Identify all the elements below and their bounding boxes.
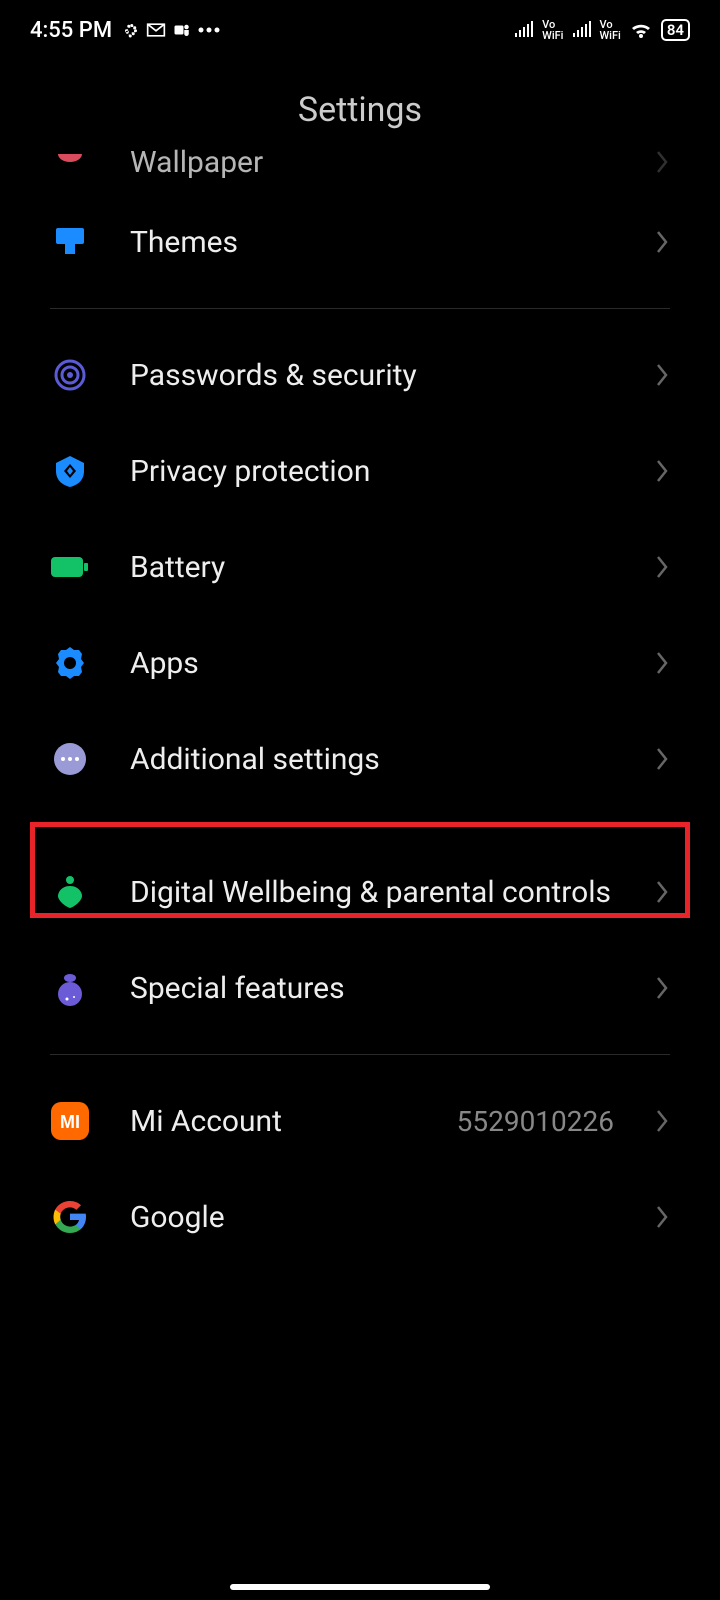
page-title: Settings: [0, 90, 720, 130]
item-label: Wallpaper: [130, 143, 614, 182]
item-value: 5529010226: [457, 1105, 614, 1138]
chevron-right-icon: [654, 1107, 670, 1135]
teams-icon: [172, 21, 192, 39]
signal-2-icon: [572, 18, 592, 43]
item-label: Mi Account: [130, 1102, 417, 1141]
themes-icon: [50, 222, 90, 262]
chevron-right-icon: [654, 361, 670, 389]
battery-icon: [50, 547, 90, 587]
settings-item-apps[interactable]: Apps: [0, 615, 720, 711]
google-icon: [50, 1197, 90, 1237]
wifi-icon: [629, 20, 653, 40]
shield-icon: [50, 451, 90, 491]
item-label: Battery: [130, 548, 614, 587]
settings-item-themes[interactable]: Themes: [0, 194, 720, 290]
chevron-right-icon: [654, 878, 670, 906]
page-header: Settings: [0, 60, 720, 150]
settings-item-google[interactable]: Google: [0, 1169, 720, 1265]
wellbeing-icon: [50, 872, 90, 912]
status-left: 4:55 PM: [30, 18, 220, 43]
status-right: VoWiFi VoWiFi 84: [514, 18, 690, 43]
item-label: Themes: [130, 223, 614, 262]
settings-item-battery[interactable]: Battery: [0, 519, 720, 615]
settings-item-additional[interactable]: Additional settings: [0, 711, 720, 807]
more-icon: [198, 26, 220, 34]
vowifi-2-icon: VoWiFi: [600, 19, 621, 41]
settings-item-wallpaper[interactable]: Wallpaper: [0, 142, 720, 194]
ellipsis-circle-icon: [50, 739, 90, 779]
settings-item-special[interactable]: Special features: [0, 940, 720, 1036]
vowifi-1-icon: VoWiFi: [542, 19, 563, 41]
wallpaper-icon: [50, 142, 90, 182]
item-label: Special features: [130, 969, 614, 1008]
notification-icons: [122, 21, 220, 39]
home-indicator[interactable]: [230, 1584, 490, 1590]
signal-1-icon: [514, 18, 534, 43]
chevron-right-icon: [654, 148, 670, 176]
status-time: 4:55 PM: [30, 18, 112, 43]
chevron-right-icon: [654, 457, 670, 485]
flask-icon: [50, 968, 90, 1008]
battery-icon: 84: [661, 19, 690, 41]
divider: [50, 308, 670, 309]
item-label: Passwords & security: [130, 356, 614, 395]
svg-text:MI: MI: [60, 1112, 80, 1132]
item-label: Digital Wellbeing & parental controls: [130, 873, 614, 912]
chevron-right-icon: [654, 974, 670, 1002]
settings-item-privacy[interactable]: Privacy protection: [0, 423, 720, 519]
item-label: Privacy protection: [130, 452, 614, 491]
item-label: Google: [130, 1198, 614, 1237]
gmail-icon: [146, 22, 166, 38]
gear-icon: [50, 643, 90, 683]
fingerprint-icon: [50, 355, 90, 395]
settings-item-passwords[interactable]: Passwords & security: [0, 327, 720, 423]
divider: [50, 825, 670, 826]
item-label: Apps: [130, 644, 614, 683]
settings-item-mi-account[interactable]: MI Mi Account 5529010226: [0, 1073, 720, 1169]
chevron-right-icon: [654, 1203, 670, 1231]
item-label: Additional settings: [130, 740, 614, 779]
settings-list: Wallpaper Themes Passwords & security Pr…: [0, 142, 720, 1265]
chevron-right-icon: [654, 228, 670, 256]
status-bar: 4:55 PM VoWiFi VoWiFi 84: [0, 0, 720, 60]
divider: [50, 1054, 670, 1055]
slack-icon: [122, 21, 140, 39]
chevron-right-icon: [654, 649, 670, 677]
chevron-right-icon: [654, 745, 670, 773]
settings-item-digital-wellbeing[interactable]: Digital Wellbeing & parental controls: [0, 844, 720, 940]
mi-icon: MI: [50, 1101, 90, 1141]
chevron-right-icon: [654, 553, 670, 581]
